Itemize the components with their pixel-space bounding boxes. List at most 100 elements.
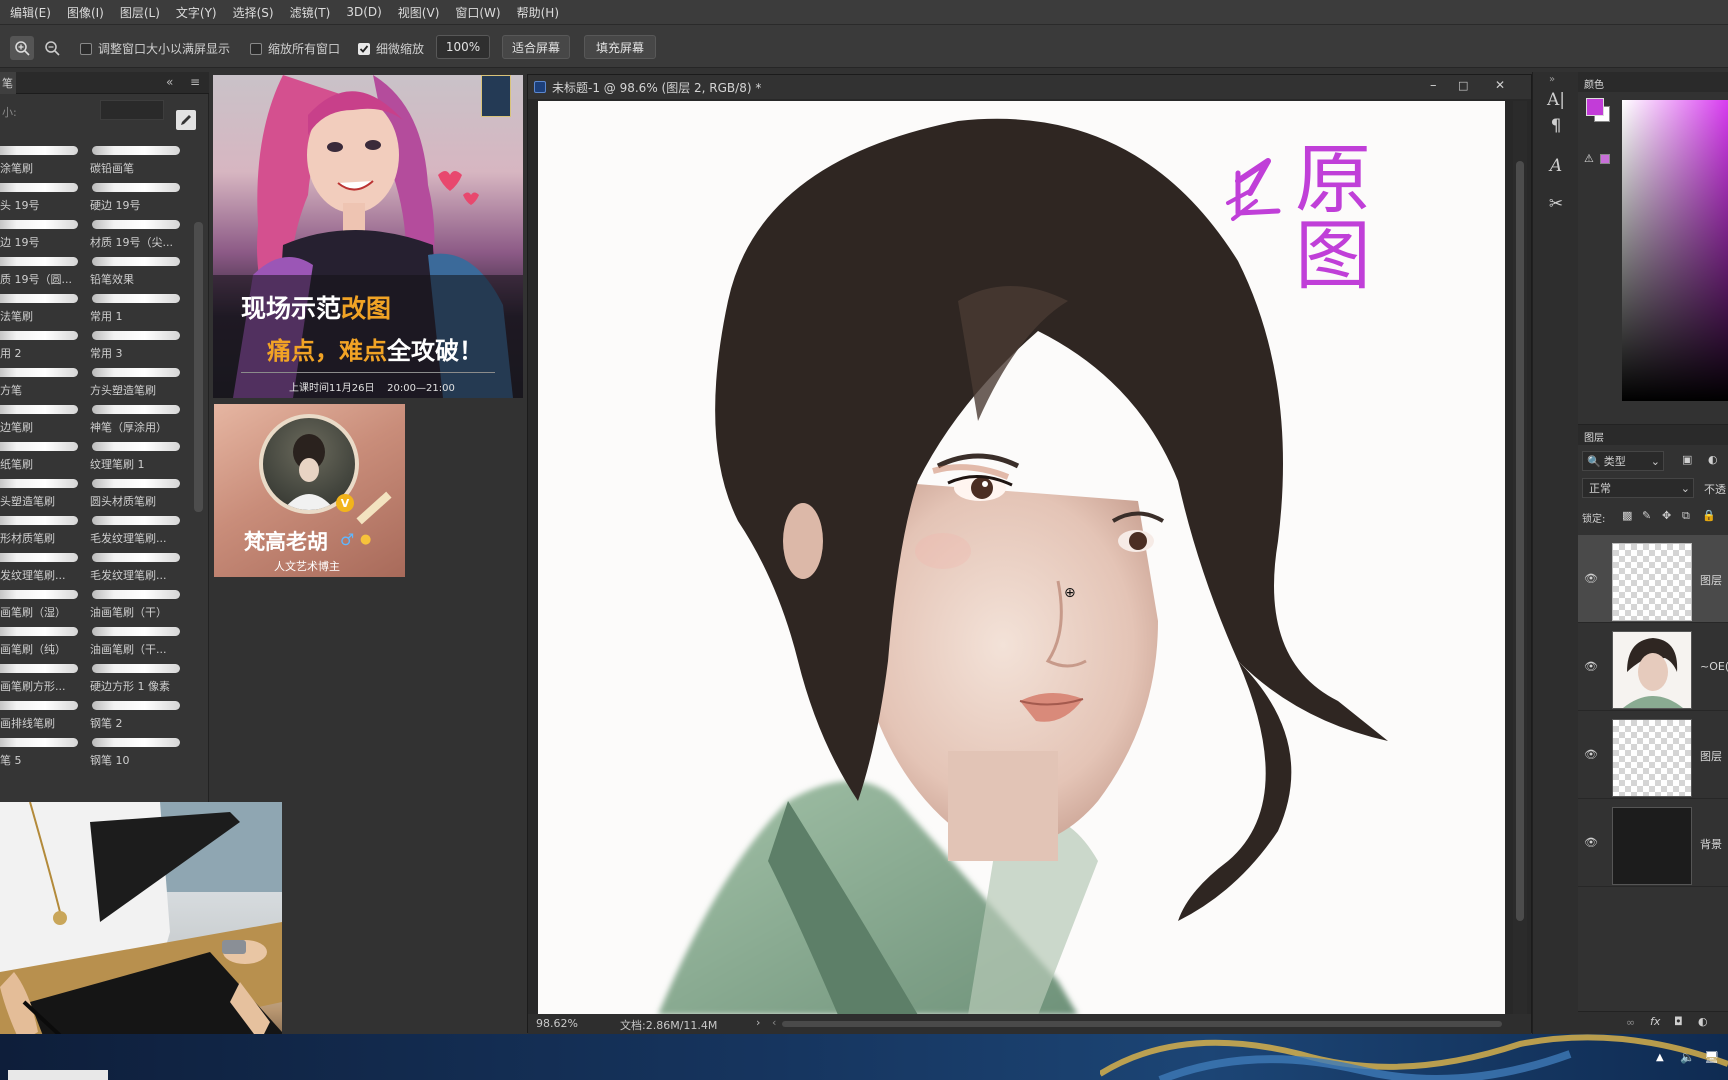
brush-preset[interactable]: 硬边 19号	[86, 179, 186, 215]
zoom-out-icon[interactable]	[40, 36, 64, 60]
menu-view[interactable]: 视图(V)	[390, 4, 448, 21]
brush-preset[interactable]: 钢笔 10	[86, 734, 186, 770]
fx-icon[interactable]: fx	[1650, 1015, 1660, 1028]
zoom-all-windows-checkbox[interactable]: 缩放所有窗口	[250, 40, 340, 57]
minimize-icon[interactable]: –	[1430, 78, 1437, 93]
dock-collapse-icon[interactable]: »	[1549, 74, 1555, 85]
brush-preset[interactable]: 头 19号	[0, 179, 84, 215]
taskbar-app-icons[interactable]	[8, 1070, 108, 1080]
brush-preset[interactable]: 硬边方形 1 像素	[86, 660, 186, 696]
color-picker-field[interactable]	[1622, 100, 1728, 401]
brush-preset[interactable]: 笔 5	[0, 734, 84, 770]
filter-adjust-icon[interactable]: ◐	[1708, 453, 1718, 466]
brush-preset[interactable]: 涂笔刷	[0, 142, 84, 178]
brush-preset[interactable]: 画笔刷方形...	[0, 660, 84, 696]
gamut-swatch[interactable]	[1600, 154, 1610, 164]
eye-icon[interactable]: 👁	[1584, 748, 1598, 761]
adjustment-layer-icon[interactable]: ◐	[1698, 1015, 1708, 1028]
add-mask-icon[interactable]: ◘	[1674, 1015, 1683, 1028]
brush-preset[interactable]: 画排线笔刷	[0, 697, 84, 733]
scroll-thumb[interactable]	[1516, 161, 1524, 921]
scrubby-zoom-checkbox[interactable]: 细微缩放	[358, 40, 424, 57]
menu-select[interactable]: 选择(S)	[225, 4, 282, 21]
document-tab[interactable]: 未标题-1 @ 98.6% (图层 2, RGB/8) * – □ ✕	[528, 75, 1531, 99]
brush-preset[interactable]: 发纹理笔刷...	[0, 549, 84, 585]
collapse-icon[interactable]: «	[166, 75, 173, 89]
brush-preset[interactable]: 方笔	[0, 364, 84, 400]
brush-preset[interactable]: 纸笔刷	[0, 438, 84, 474]
brush-preset[interactable]: 边笔刷	[0, 401, 84, 437]
brush-preset[interactable]: 用 2	[0, 327, 84, 363]
size-field[interactable]	[100, 100, 164, 120]
brush-preset[interactable]: 头塑造笔刷	[0, 475, 84, 511]
maximize-icon[interactable]: □	[1458, 79, 1468, 92]
layers-tab[interactable]: 图层	[1584, 429, 1604, 444]
lock-all-icon[interactable]: 🔒	[1702, 509, 1716, 522]
scroll-left-icon[interactable]: ‹	[772, 1016, 776, 1029]
brushes-tab[interactable]: 笔	[0, 72, 16, 94]
eye-icon[interactable]: 👁	[1584, 572, 1598, 585]
menu-type[interactable]: 文字(Y)	[168, 4, 225, 21]
resize-windows-checkbox[interactable]: 调整窗口大小以满屏显示	[80, 40, 230, 57]
tray-expand-icon[interactable]: ▲	[1656, 1052, 1664, 1063]
menu-filter[interactable]: 滤镜(T)	[282, 4, 339, 21]
lock-pixels-icon[interactable]: ✎	[1642, 509, 1651, 522]
paragraph-panel-icon[interactable]: ¶	[1544, 114, 1568, 138]
foreground-swatch[interactable]	[1586, 98, 1604, 116]
eye-icon[interactable]: 👁	[1584, 836, 1598, 849]
layer-filter-select[interactable]: 🔍 类型 ⌄	[1582, 451, 1664, 471]
brush-preset[interactable]: 铅笔效果	[86, 253, 186, 289]
brushes-scrollbar[interactable]	[194, 222, 203, 512]
close-icon[interactable]: ✕	[1495, 78, 1505, 92]
fit-screen-button[interactable]: 适合屏幕	[502, 35, 570, 59]
brush-preset[interactable]: 油画笔刷（干）	[86, 586, 186, 622]
volume-icon[interactable]: 🔈	[1680, 1050, 1695, 1064]
lock-position-icon[interactable]: ✥	[1662, 509, 1671, 522]
status-menu-arrow-icon[interactable]: ›	[756, 1016, 760, 1029]
tool-presets-icon[interactable]: ✂	[1544, 192, 1568, 216]
brush-preset[interactable]: 常用 1	[86, 290, 186, 326]
network-icon[interactable]: 🖥	[1704, 1050, 1719, 1064]
layer-row[interactable]: 👁 图层	[1578, 711, 1728, 799]
fill-screen-button[interactable]: 填充屏幕	[584, 35, 656, 59]
brush-preset[interactable]: 毛发纹理笔刷...	[86, 549, 186, 585]
layer-row[interactable]: 👁 ~OE(	[1578, 623, 1728, 711]
panel-menu-icon[interactable]: ≡	[190, 75, 200, 89]
lock-artboard-icon[interactable]: ⧉	[1682, 509, 1690, 523]
brush-preset[interactable]: 毛发纹理笔刷...	[86, 512, 186, 548]
zoom-value-field[interactable]: 100%	[436, 35, 490, 59]
character-panel-icon[interactable]: A|	[1544, 88, 1568, 112]
filter-image-icon[interactable]: ▣	[1682, 453, 1692, 466]
link-layers-icon[interactable]: ∞	[1626, 1016, 1635, 1029]
menu-help[interactable]: 帮助(H)	[509, 4, 567, 21]
color-tab[interactable]: 颜色	[1584, 76, 1604, 91]
vertical-scrollbar[interactable]	[1513, 101, 1527, 1014]
menu-layer[interactable]: 图层(L)	[112, 4, 168, 21]
menu-window[interactable]: 窗口(W)	[447, 4, 508, 21]
glyphs-panel-icon[interactable]: A	[1544, 154, 1568, 178]
brush-preset[interactable]: 神笔（厚涂用）	[86, 401, 186, 437]
canvas[interactable]: 原图 ⊕	[538, 101, 1505, 1015]
brush-preset[interactable]: 边 19号	[0, 216, 84, 252]
menu-image[interactable]: 图像(I)	[59, 4, 112, 21]
horizontal-scrollbar[interactable]	[782, 1021, 1502, 1027]
brush-preset[interactable]: 画笔刷（湿）	[0, 586, 84, 622]
brush-preset[interactable]: 质 19号（圆...	[0, 253, 84, 289]
brush-preset[interactable]: 纹理笔刷 1	[86, 438, 186, 474]
brush-preset[interactable]: 油画笔刷（干...	[86, 623, 186, 659]
brush-preset[interactable]: 碳铅画笔	[86, 142, 186, 178]
lock-transparency-icon[interactable]: ▩	[1622, 509, 1632, 522]
menu-edit[interactable]: 编辑(E)	[2, 4, 59, 21]
brush-preset[interactable]: 画笔刷（纯）	[0, 623, 84, 659]
brush-preset[interactable]: 形材质笔刷	[0, 512, 84, 548]
brush-preset[interactable]: 材质 19号（尖...	[86, 216, 186, 252]
brush-edit-icon[interactable]	[176, 110, 196, 130]
layer-row[interactable]: 👁 图层	[1578, 535, 1728, 623]
menu-3d[interactable]: 3D(D)	[338, 5, 389, 19]
brush-preset[interactable]: 方头塑造笔刷	[86, 364, 186, 400]
layer-row[interactable]: 👁 背景	[1578, 799, 1728, 887]
brush-preset[interactable]: 法笔刷	[0, 290, 84, 326]
blend-mode-select[interactable]: 正常 ⌄	[1582, 478, 1694, 498]
zoom-in-icon[interactable]	[10, 36, 34, 60]
brush-preset[interactable]: 圆头材质笔刷	[86, 475, 186, 511]
